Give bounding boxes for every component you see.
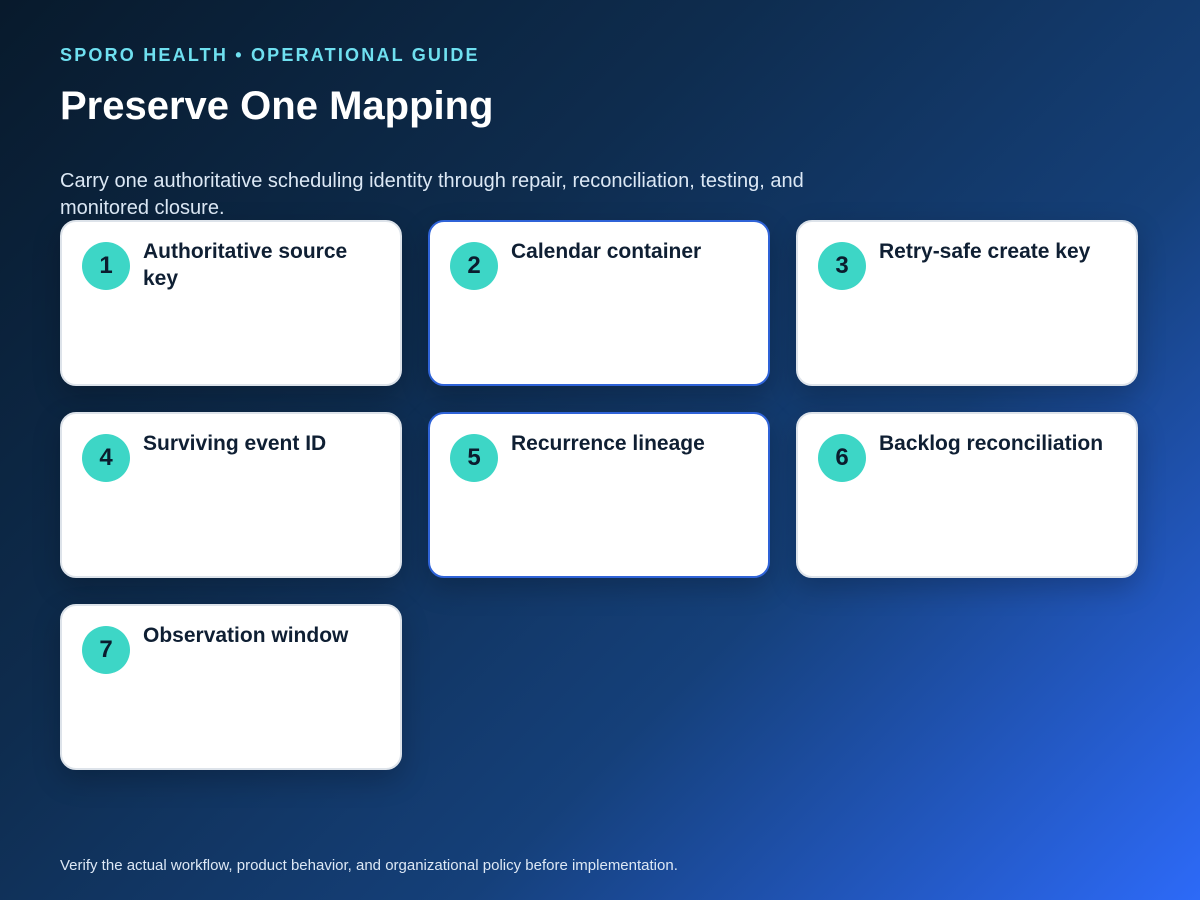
step-label: Authoritative source key [143, 240, 348, 290]
step-label: Backlog reconciliation [879, 432, 1104, 455]
page-title: Preserve One Mapping [60, 84, 494, 128]
step-number-badge: 5 [450, 434, 498, 482]
step-number-badge: 4 [82, 434, 130, 482]
step-label: Calendar container [511, 240, 702, 263]
step-card-4: 4 Surviving event ID [60, 412, 402, 578]
step-number-badge: 3 [818, 242, 866, 290]
step-card-6: 6 Backlog reconciliation [796, 412, 1138, 578]
step-label: Recurrence lineage [511, 432, 705, 455]
footer-disclaimer: Verify the actual workflow, product beha… [60, 857, 678, 874]
step-card-2: 2 Calendar container [428, 220, 770, 386]
step-card-5: 5 Recurrence lineage [428, 412, 770, 578]
page-subtitle: Carry one authoritative scheduling ident… [60, 170, 804, 219]
eyebrow-label: SPORO HEALTH • OPERATIONAL GUIDE [60, 45, 480, 65]
step-card-7: 7 Observation window [60, 604, 402, 770]
step-number-badge: 6 [818, 434, 866, 482]
step-number-badge: 2 [450, 242, 498, 290]
step-label: Retry-safe create key [879, 240, 1091, 263]
step-number-badge: 7 [82, 626, 130, 674]
step-card-3: 3 Retry-safe create key [796, 220, 1138, 386]
step-label: Observation window [143, 624, 349, 647]
step-number-badge: 1 [82, 242, 130, 290]
step-label: Surviving event ID [143, 432, 327, 455]
step-card-1: 1 Authoritative source key [60, 220, 402, 386]
